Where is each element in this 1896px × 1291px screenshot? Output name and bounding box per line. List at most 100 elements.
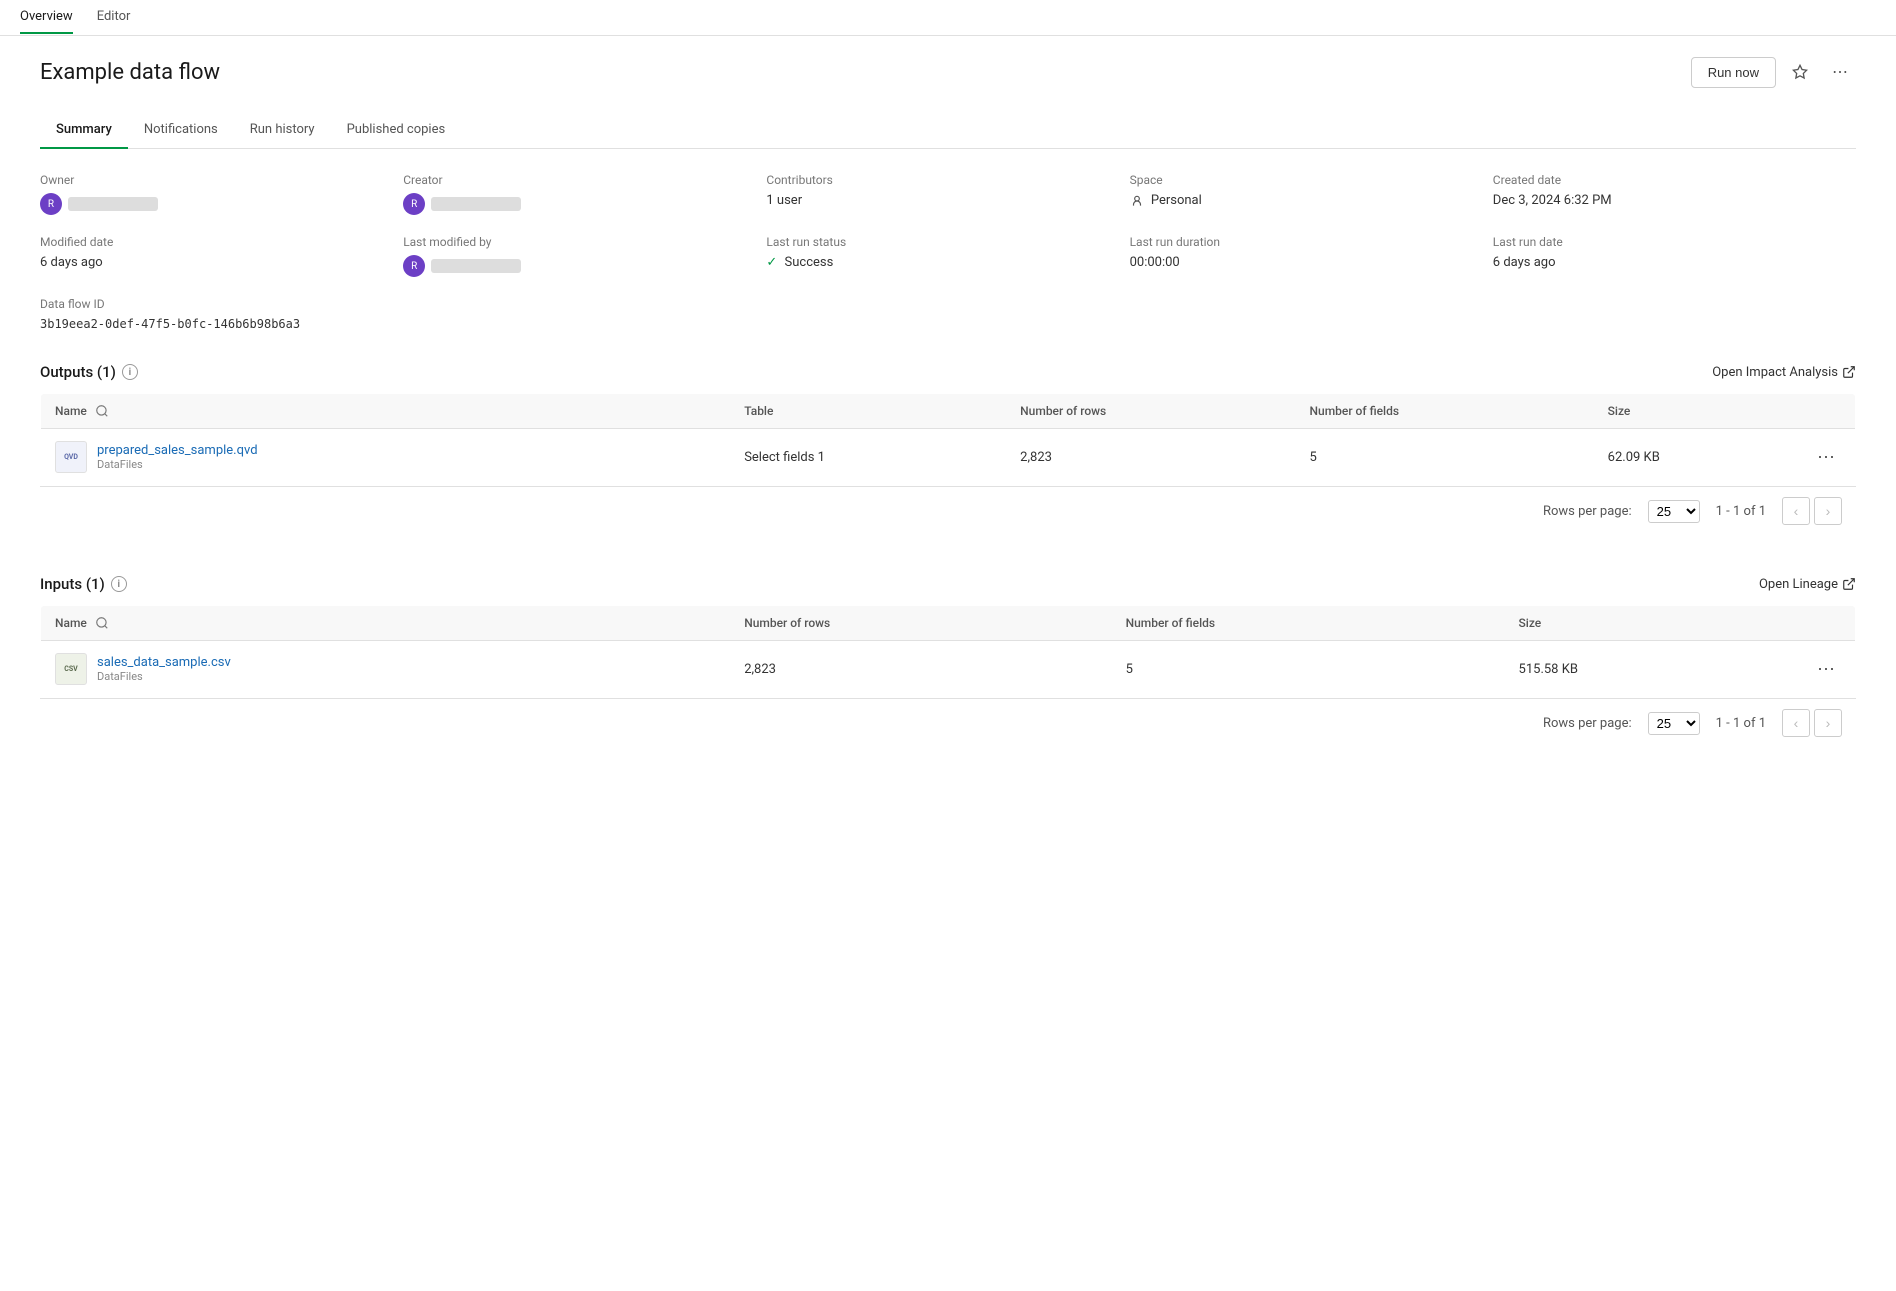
outputs-title: Outputs (1) i bbox=[40, 363, 138, 381]
output-name-cell: QVD prepared_sales_sample.qvd DataFiles bbox=[41, 429, 731, 486]
inputs-table: Name Number of rows Number of fields Siz… bbox=[40, 605, 1856, 698]
outputs-col-rows: Number of rows bbox=[1006, 394, 1295, 429]
last-modified-avatar: R bbox=[403, 255, 425, 277]
meta-last-run-date-label: Last run date bbox=[1493, 235, 1856, 249]
meta-space-value: Personal bbox=[1130, 193, 1493, 208]
meta-creator: Creator R bbox=[403, 173, 766, 215]
output-file-name[interactable]: prepared_sales_sample.qvd bbox=[97, 443, 258, 458]
output-fields-cell: 5 bbox=[1296, 429, 1594, 486]
outputs-pagination: Rows per page: 25 50 100 1 - 1 of 1 ‹ › bbox=[40, 486, 1856, 535]
outputs-next-page-button[interactable]: › bbox=[1814, 497, 1842, 525]
output-rows-cell: 2,823 bbox=[1006, 429, 1295, 486]
tabs: Summary Notifications Run history Publis… bbox=[40, 112, 1856, 149]
outputs-table-header: Name Table Number of rows Number of fiel… bbox=[41, 394, 1856, 429]
external-link-icon bbox=[1842, 365, 1856, 379]
meta-last-run-duration-label: Last run duration bbox=[1130, 235, 1493, 249]
inputs-table-body: CSV sales_data_sample.csv DataFiles 2,82… bbox=[41, 641, 1856, 698]
outputs-rows-per-page-label: Rows per page: bbox=[1543, 504, 1632, 519]
outputs-table: Name Table Number of rows Number of fiel… bbox=[40, 393, 1856, 486]
inputs-info-icon[interactable]: i bbox=[111, 576, 127, 592]
tab-published-copies[interactable]: Published copies bbox=[331, 112, 462, 149]
meta-creator-value: R bbox=[403, 193, 766, 215]
inputs-title: Inputs (1) i bbox=[40, 575, 127, 593]
meta-space-label: Space bbox=[1130, 173, 1493, 187]
outputs-col-table: Table bbox=[730, 394, 1006, 429]
outputs-col-size: Size bbox=[1594, 394, 1797, 429]
meta-owner-label: Owner bbox=[40, 173, 403, 187]
inputs-col-size: Size bbox=[1505, 606, 1797, 641]
meta-modified-date-value: 6 days ago bbox=[40, 255, 403, 270]
qvd-file-icon: QVD bbox=[55, 441, 87, 473]
page-title: Example data flow bbox=[40, 60, 220, 85]
inputs-rows-per-page-label: Rows per page: bbox=[1543, 716, 1632, 731]
more-options-button[interactable]: ⋯ bbox=[1824, 56, 1856, 88]
outputs-rows-per-page-select[interactable]: 25 50 100 bbox=[1648, 500, 1700, 523]
meta-owner-value: R bbox=[40, 193, 403, 215]
inputs-col-rows: Number of rows bbox=[730, 606, 1111, 641]
outputs-header: Outputs (1) i Open Impact Analysis bbox=[40, 363, 1856, 381]
top-nav-overview[interactable]: Overview bbox=[20, 1, 73, 34]
input-name-cell: CSV sales_data_sample.csv DataFiles bbox=[41, 641, 731, 698]
inputs-rows-per-page-select[interactable]: 25 50 100 bbox=[1648, 712, 1700, 735]
meta-created-date-value: Dec 3, 2024 6:32 PM bbox=[1493, 193, 1856, 208]
meta-last-run-status-value: ✓ Success bbox=[766, 255, 1129, 270]
lineage-external-link-icon bbox=[1842, 577, 1856, 591]
outputs-col-actions bbox=[1797, 394, 1856, 429]
csv-file-icon: CSV bbox=[55, 653, 87, 685]
inputs-name-search-icon[interactable] bbox=[95, 616, 109, 630]
input-rows-cell: 2,823 bbox=[730, 641, 1111, 698]
meta-contributors: Contributors 1 user bbox=[766, 173, 1129, 215]
tab-run-history[interactable]: Run history bbox=[234, 112, 331, 149]
meta-last-run-duration-value: 00:00:00 bbox=[1130, 255, 1493, 270]
open-impact-analysis-link[interactable]: Open Impact Analysis bbox=[1712, 365, 1856, 380]
owner-avatar: R bbox=[40, 193, 62, 215]
name-search-icon[interactable] bbox=[95, 404, 109, 418]
input-file-name[interactable]: sales_data_sample.csv bbox=[97, 655, 231, 670]
inputs-pagination: Rows per page: 25 50 100 1 - 1 of 1 ‹ › bbox=[40, 698, 1856, 747]
header-actions: Run now ⋯ bbox=[1691, 56, 1856, 88]
meta-last-run-date-value: 6 days ago bbox=[1493, 255, 1856, 270]
meta-space: Space Personal bbox=[1130, 173, 1493, 215]
input-fields-cell: 5 bbox=[1112, 641, 1505, 698]
open-lineage-link[interactable]: Open Lineage bbox=[1759, 577, 1856, 592]
top-nav: Overview Editor bbox=[0, 0, 1896, 36]
meta-data-flow-id-label: Data flow ID bbox=[40, 297, 403, 311]
inputs-page-info: 1 - 1 of 1 bbox=[1716, 716, 1766, 731]
table-row: CSV sales_data_sample.csv DataFiles 2,82… bbox=[41, 641, 1856, 698]
outputs-page-info: 1 - 1 of 1 bbox=[1716, 504, 1766, 519]
outputs-col-name: Name bbox=[41, 394, 731, 429]
meta-modified-date: Modified date 6 days ago bbox=[40, 235, 403, 277]
meta-contributors-value: 1 user bbox=[766, 193, 1129, 208]
input-row-more-button[interactable]: ⋯ bbox=[1811, 657, 1841, 682]
output-row-more-button[interactable]: ⋯ bbox=[1811, 445, 1841, 470]
favorite-button[interactable] bbox=[1784, 56, 1816, 88]
outputs-prev-page-button[interactable]: ‹ bbox=[1782, 497, 1810, 525]
inputs-section: Inputs (1) i Open Lineage Name Number of bbox=[40, 575, 1856, 747]
inputs-prev-page-button[interactable]: ‹ bbox=[1782, 709, 1810, 737]
inputs-col-fields: Number of fields bbox=[1112, 606, 1505, 641]
inputs-header: Inputs (1) i Open Lineage bbox=[40, 575, 1856, 593]
inputs-next-page-button[interactable]: › bbox=[1814, 709, 1842, 737]
page-header: Example data flow Run now ⋯ bbox=[40, 56, 1856, 88]
meta-last-modified-by-label: Last modified by bbox=[403, 235, 766, 249]
meta-last-modified-by-value: R bbox=[403, 255, 766, 277]
main-content: Example data flow Run now ⋯ Summary Noti… bbox=[0, 36, 1896, 807]
inputs-col-name: Name bbox=[41, 606, 731, 641]
inputs-col-actions bbox=[1797, 606, 1856, 641]
input-actions-cell: ⋯ bbox=[1797, 641, 1856, 698]
tab-summary[interactable]: Summary bbox=[40, 112, 128, 149]
meta-last-run-status-label: Last run status bbox=[766, 235, 1129, 249]
run-now-button[interactable]: Run now bbox=[1691, 57, 1776, 88]
tab-notifications[interactable]: Notifications bbox=[128, 112, 234, 149]
inputs-table-header: Name Number of rows Number of fields Siz… bbox=[41, 606, 1856, 641]
meta-last-run-date: Last run date 6 days ago bbox=[1493, 235, 1856, 277]
outputs-info-icon[interactable]: i bbox=[122, 364, 138, 380]
meta-data-flow-id: Data flow ID 3b19eea2-0def-47f5-b0fc-146… bbox=[40, 297, 403, 331]
outputs-pagination-nav: ‹ › bbox=[1782, 497, 1842, 525]
output-actions-cell: ⋯ bbox=[1797, 429, 1856, 486]
meta-owner: Owner R bbox=[40, 173, 403, 215]
table-row: QVD prepared_sales_sample.qvd DataFiles … bbox=[41, 429, 1856, 486]
outputs-table-body: QVD prepared_sales_sample.qvd DataFiles … bbox=[41, 429, 1856, 486]
top-nav-editor[interactable]: Editor bbox=[97, 1, 131, 34]
meta-created-date: Created date Dec 3, 2024 6:32 PM bbox=[1493, 173, 1856, 215]
